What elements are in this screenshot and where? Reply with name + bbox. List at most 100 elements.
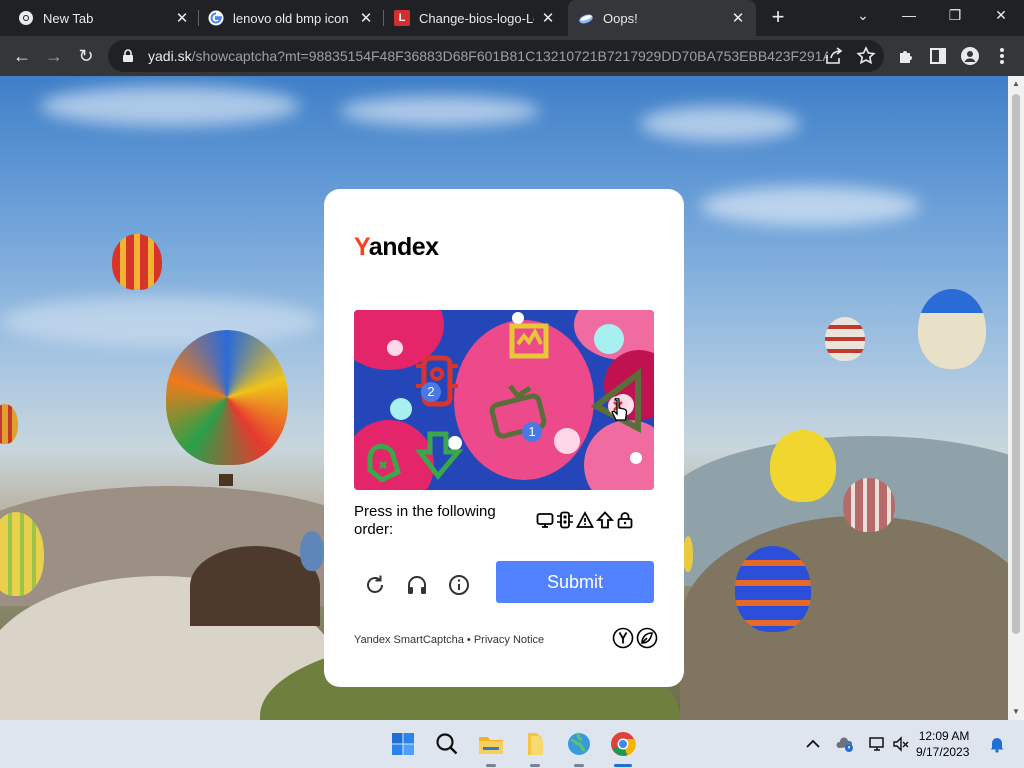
tab-strip: New Tab ✕ lenovo old bmp icon - G ✕ L Ch… [0, 0, 1024, 36]
clock-time: 12:09 AM [918, 729, 970, 743]
hot-air-balloon [166, 330, 288, 465]
search-icon[interactable] [433, 730, 461, 758]
lenovo-l-favicon-icon: L [394, 10, 410, 26]
reload-button[interactable]: ↻ [72, 42, 100, 70]
traffic-light-icon [556, 511, 574, 529]
speaker-muted-icon[interactable] [892, 735, 910, 753]
address-bar[interactable]: yadi.sk/showcaptcha?mt=98835154F48F36883… [108, 40, 884, 72]
share-icon[interactable] [822, 44, 846, 68]
onedrive-cloud-icon[interactable] [836, 735, 854, 753]
minimize-button[interactable]: — [886, 0, 932, 32]
tab-close-icon[interactable]: ✕ [730, 9, 746, 27]
traffic-light-glyph-icon [416, 355, 458, 407]
arrow-up-icon [595, 511, 615, 529]
active-app-indicator [614, 764, 632, 767]
captcha-footer: Yandex SmartCaptcha • Privacy Notice [354, 634, 544, 646]
tab-new-tab[interactable]: New Tab ✕ [8, 0, 200, 36]
lock-icon[interactable] [120, 48, 136, 64]
forward-button[interactable]: → [40, 42, 68, 70]
bookmark-star-icon[interactable] [854, 44, 878, 68]
captcha-card: Yandex 2 1 Press in the following order: [324, 189, 684, 687]
light-dot [630, 452, 642, 464]
light-dot [390, 398, 412, 420]
info-icon[interactable] [447, 573, 471, 597]
hand-cursor-icon [611, 398, 628, 421]
captcha-puzzle-image[interactable]: 2 1 [354, 310, 654, 490]
tray-overflow-chevron-icon[interactable] [804, 735, 822, 753]
monitor-icon [536, 511, 554, 529]
hot-air-balloon [683, 536, 693, 572]
new-tab-button[interactable]: + [766, 6, 790, 30]
footer-separator: • [466, 634, 471, 646]
cloud [40, 86, 300, 126]
light-dot [387, 340, 403, 356]
submit-button[interactable]: Submit [496, 561, 654, 603]
cloud [700, 186, 920, 226]
tab-close-icon[interactable]: ✕ [174, 9, 190, 27]
restore-button[interactable]: ❐ [932, 0, 978, 32]
privacy-notice-link[interactable]: Privacy Notice [474, 634, 544, 646]
hot-air-balloon [918, 289, 986, 369]
warning-triangle-icon [575, 511, 595, 529]
smartcaptcha-link[interactable]: Yandex SmartCaptcha [354, 634, 464, 646]
hot-air-balloon [0, 404, 18, 444]
system-clock[interactable]: 12:09 AM 9/17/2023 [916, 728, 969, 760]
cloud [640, 106, 800, 141]
cloud [0, 296, 320, 346]
tab-search-button[interactable]: ⌄ [840, 0, 886, 32]
tab-close-icon[interactable]: ✕ [540, 9, 556, 27]
padlock-glyph-icon [367, 443, 401, 482]
audio-headphones-icon[interactable] [405, 573, 429, 597]
profile-avatar-icon[interactable] [956, 42, 984, 70]
hot-air-balloon [735, 546, 811, 632]
running-indicator [486, 764, 496, 767]
refresh-icon[interactable] [363, 573, 387, 597]
balloon-basket [219, 474, 233, 486]
yandex-disk-favicon-icon [578, 10, 594, 26]
target-order-sequence [536, 511, 634, 529]
back-button[interactable]: ← [8, 42, 36, 70]
globe-app-icon[interactable] [565, 730, 593, 758]
close-window-button[interactable]: ✕ [978, 0, 1024, 32]
crown-block-glyph-icon [509, 323, 549, 359]
click-order-badge[interactable]: 1 [522, 422, 542, 442]
chrome-favicon-icon [18, 10, 34, 26]
clock-date: 9/17/2023 [916, 745, 970, 759]
tab-title: New Tab [43, 10, 94, 26]
windows-taskbar: 12:09 AM 9/17/2023 [0, 720, 1024, 768]
light-dot [594, 324, 624, 354]
click-order-badge[interactable]: 2 [421, 382, 441, 402]
scroll-up-arrow-icon[interactable]: ▲ [1008, 76, 1024, 92]
cloud [340, 96, 540, 126]
windows-start-icon[interactable] [389, 730, 417, 758]
tab-title: Oops! [603, 10, 638, 26]
tab-change-bios-logo[interactable]: L Change-bios-logo-Len ✕ [384, 0, 566, 36]
files-app-icon[interactable] [521, 730, 549, 758]
footer-logos [612, 627, 658, 649]
kebab-menu-icon[interactable] [988, 42, 1016, 70]
tab-oops-active[interactable]: Oops! ✕ [568, 0, 756, 36]
padlock-icon [616, 511, 634, 529]
hot-air-balloon [112, 234, 162, 290]
tab-lenovo-search[interactable]: lenovo old bmp icon - G ✕ [198, 0, 384, 36]
page-scrollbar[interactable]: ▲ ▼ [1008, 76, 1024, 720]
hot-air-balloon [300, 531, 324, 571]
side-panel-icon[interactable] [924, 42, 952, 70]
tab-close-icon[interactable]: ✕ [358, 9, 374, 27]
running-indicator [574, 764, 584, 767]
captcha-instruction: Press in the following order: [354, 503, 496, 538]
logo-text: andex [368, 233, 439, 261]
display-network-icon[interactable] [868, 735, 886, 753]
scroll-down-arrow-icon[interactable]: ▼ [1008, 704, 1024, 720]
extensions-puzzle-icon[interactable] [892, 42, 920, 70]
hot-air-balloon [843, 478, 895, 532]
chrome-icon[interactable] [609, 730, 637, 758]
url-path: /showcaptcha?mt=98835154F48F36883D68F601… [191, 48, 828, 64]
url-text[interactable]: yadi.sk/showcaptcha?mt=98835154F48F36883… [148, 48, 828, 64]
file-explorer-icon[interactable] [477, 730, 505, 758]
scrollbar-thumb[interactable] [1012, 94, 1020, 634]
tab-title: lenovo old bmp icon - G [233, 10, 352, 26]
yandex-logo: Yandex [354, 233, 439, 262]
notification-bell-icon[interactable] [988, 735, 1006, 753]
light-dot [554, 428, 580, 454]
